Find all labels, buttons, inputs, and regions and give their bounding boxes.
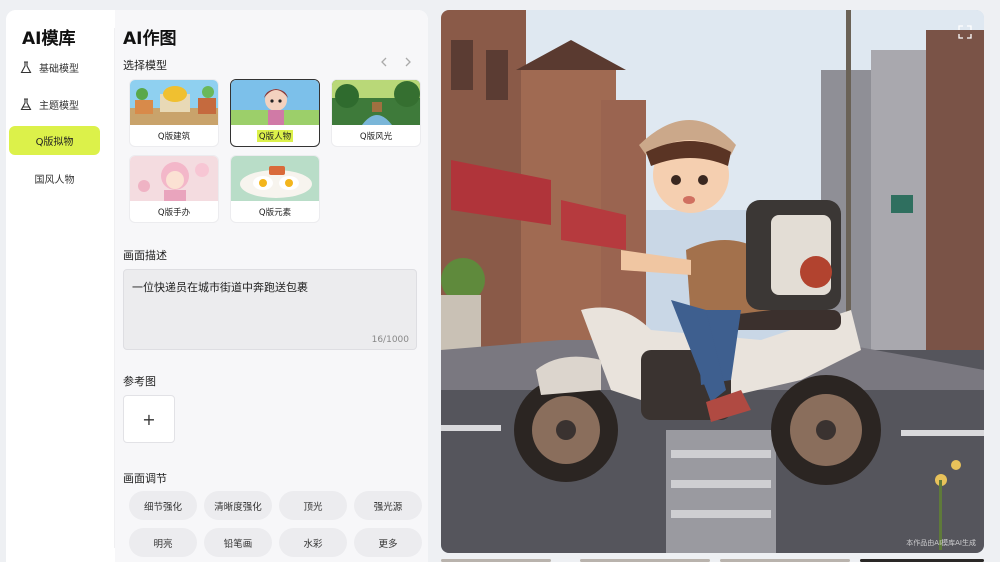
description-label: 画面描述 (123, 249, 167, 262)
expand-icon[interactable] (958, 24, 972, 39)
thumbnail-q-landscape (332, 80, 420, 125)
model-card-label: Q版手办 (157, 208, 191, 218)
thumbnail-q-character (231, 80, 319, 125)
model-card-label: Q版风光 (359, 132, 393, 142)
adjust-label: 画面调节 (123, 472, 167, 485)
model-card-q-figure[interactable]: Q版手办 (129, 155, 219, 223)
chevron-left-icon[interactable] (377, 55, 391, 69)
sidebar-item-label: 基础模型 (39, 64, 79, 75)
reference-label: 参考图 (123, 375, 156, 388)
sidebar-item-theme-model[interactable]: 主题模型 (9, 90, 100, 119)
chip-watercolor[interactable]: 水彩 (279, 528, 347, 557)
thumbnail-q-figure (130, 156, 218, 201)
brand-logo: AI模库 (22, 29, 76, 49)
sidebar-item-label: 国风人物 (34, 175, 75, 186)
description-input[interactable]: 一位快递员在城市街道中奔跑送包裹 16/1000 (123, 269, 417, 350)
sidebar-item-label: Q版拟物 (35, 137, 74, 148)
plus-icon: + (142, 409, 156, 429)
model-card-q-element[interactable]: Q版元素 (230, 155, 320, 223)
watermark: 本作品由AI模库AI生成 (906, 539, 976, 547)
chip-pencil[interactable]: 铅笔画 (204, 528, 272, 557)
chip-bright[interactable]: 明亮 (129, 528, 197, 557)
model-card-label: Q版建筑 (157, 132, 191, 142)
char-counter: 16/1000 (371, 335, 409, 345)
sidebar-item-label: 主题模型 (39, 101, 79, 112)
model-card-q-landscape[interactable]: Q版风光 (331, 79, 421, 147)
sidebar-item-q-skeuomorph[interactable]: Q版拟物 (9, 126, 100, 155)
flask-icon (19, 61, 33, 75)
thumbnail-q-element (231, 156, 319, 201)
model-card-q-character[interactable]: Q版人物 (230, 79, 320, 147)
chip-more[interactable]: 更多 (354, 528, 422, 557)
add-reference-button[interactable]: + (123, 395, 175, 443)
generation-form: AI作图 选择模型 Q版建筑 Q版人物 Q版风光 Q版手办 Q版元素 画面描述 … (115, 10, 428, 562)
scene-illustration (441, 10, 984, 553)
generated-image[interactable]: 本作品由AI模库AI生成 (441, 10, 984, 553)
chip-strong-light[interactable]: 强光源 (354, 491, 422, 520)
chip-detail-enhance[interactable]: 细节强化 (129, 491, 197, 520)
left-panel: AI模库 基础模型 主题模型 Q版拟物 国风人物 AI作图 选择模型 Q版建筑 … (6, 10, 428, 562)
thumbnail-q-building (130, 80, 218, 125)
model-card-label: Q版元素 (258, 208, 292, 218)
model-card-q-building[interactable]: Q版建筑 (129, 79, 219, 147)
sidebar: AI模库 基础模型 主题模型 Q版拟物 国风人物 (6, 10, 114, 562)
sidebar-item-guofeng-figure[interactable]: 国风人物 (9, 164, 100, 193)
flask-icon (19, 98, 33, 112)
chevron-right-icon[interactable] (401, 55, 415, 69)
model-card-label: Q版人物 (256, 130, 294, 142)
page-title: AI作图 (123, 29, 177, 49)
sidebar-item-basic-model[interactable]: 基础模型 (9, 53, 100, 82)
model-section-label: 选择模型 (123, 59, 167, 72)
description-text: 一位快递员在城市街道中奔跑送包裹 (132, 281, 308, 294)
chip-top-light[interactable]: 顶光 (279, 491, 347, 520)
chip-clarity-enhance[interactable]: 清晰度强化 (204, 491, 272, 520)
